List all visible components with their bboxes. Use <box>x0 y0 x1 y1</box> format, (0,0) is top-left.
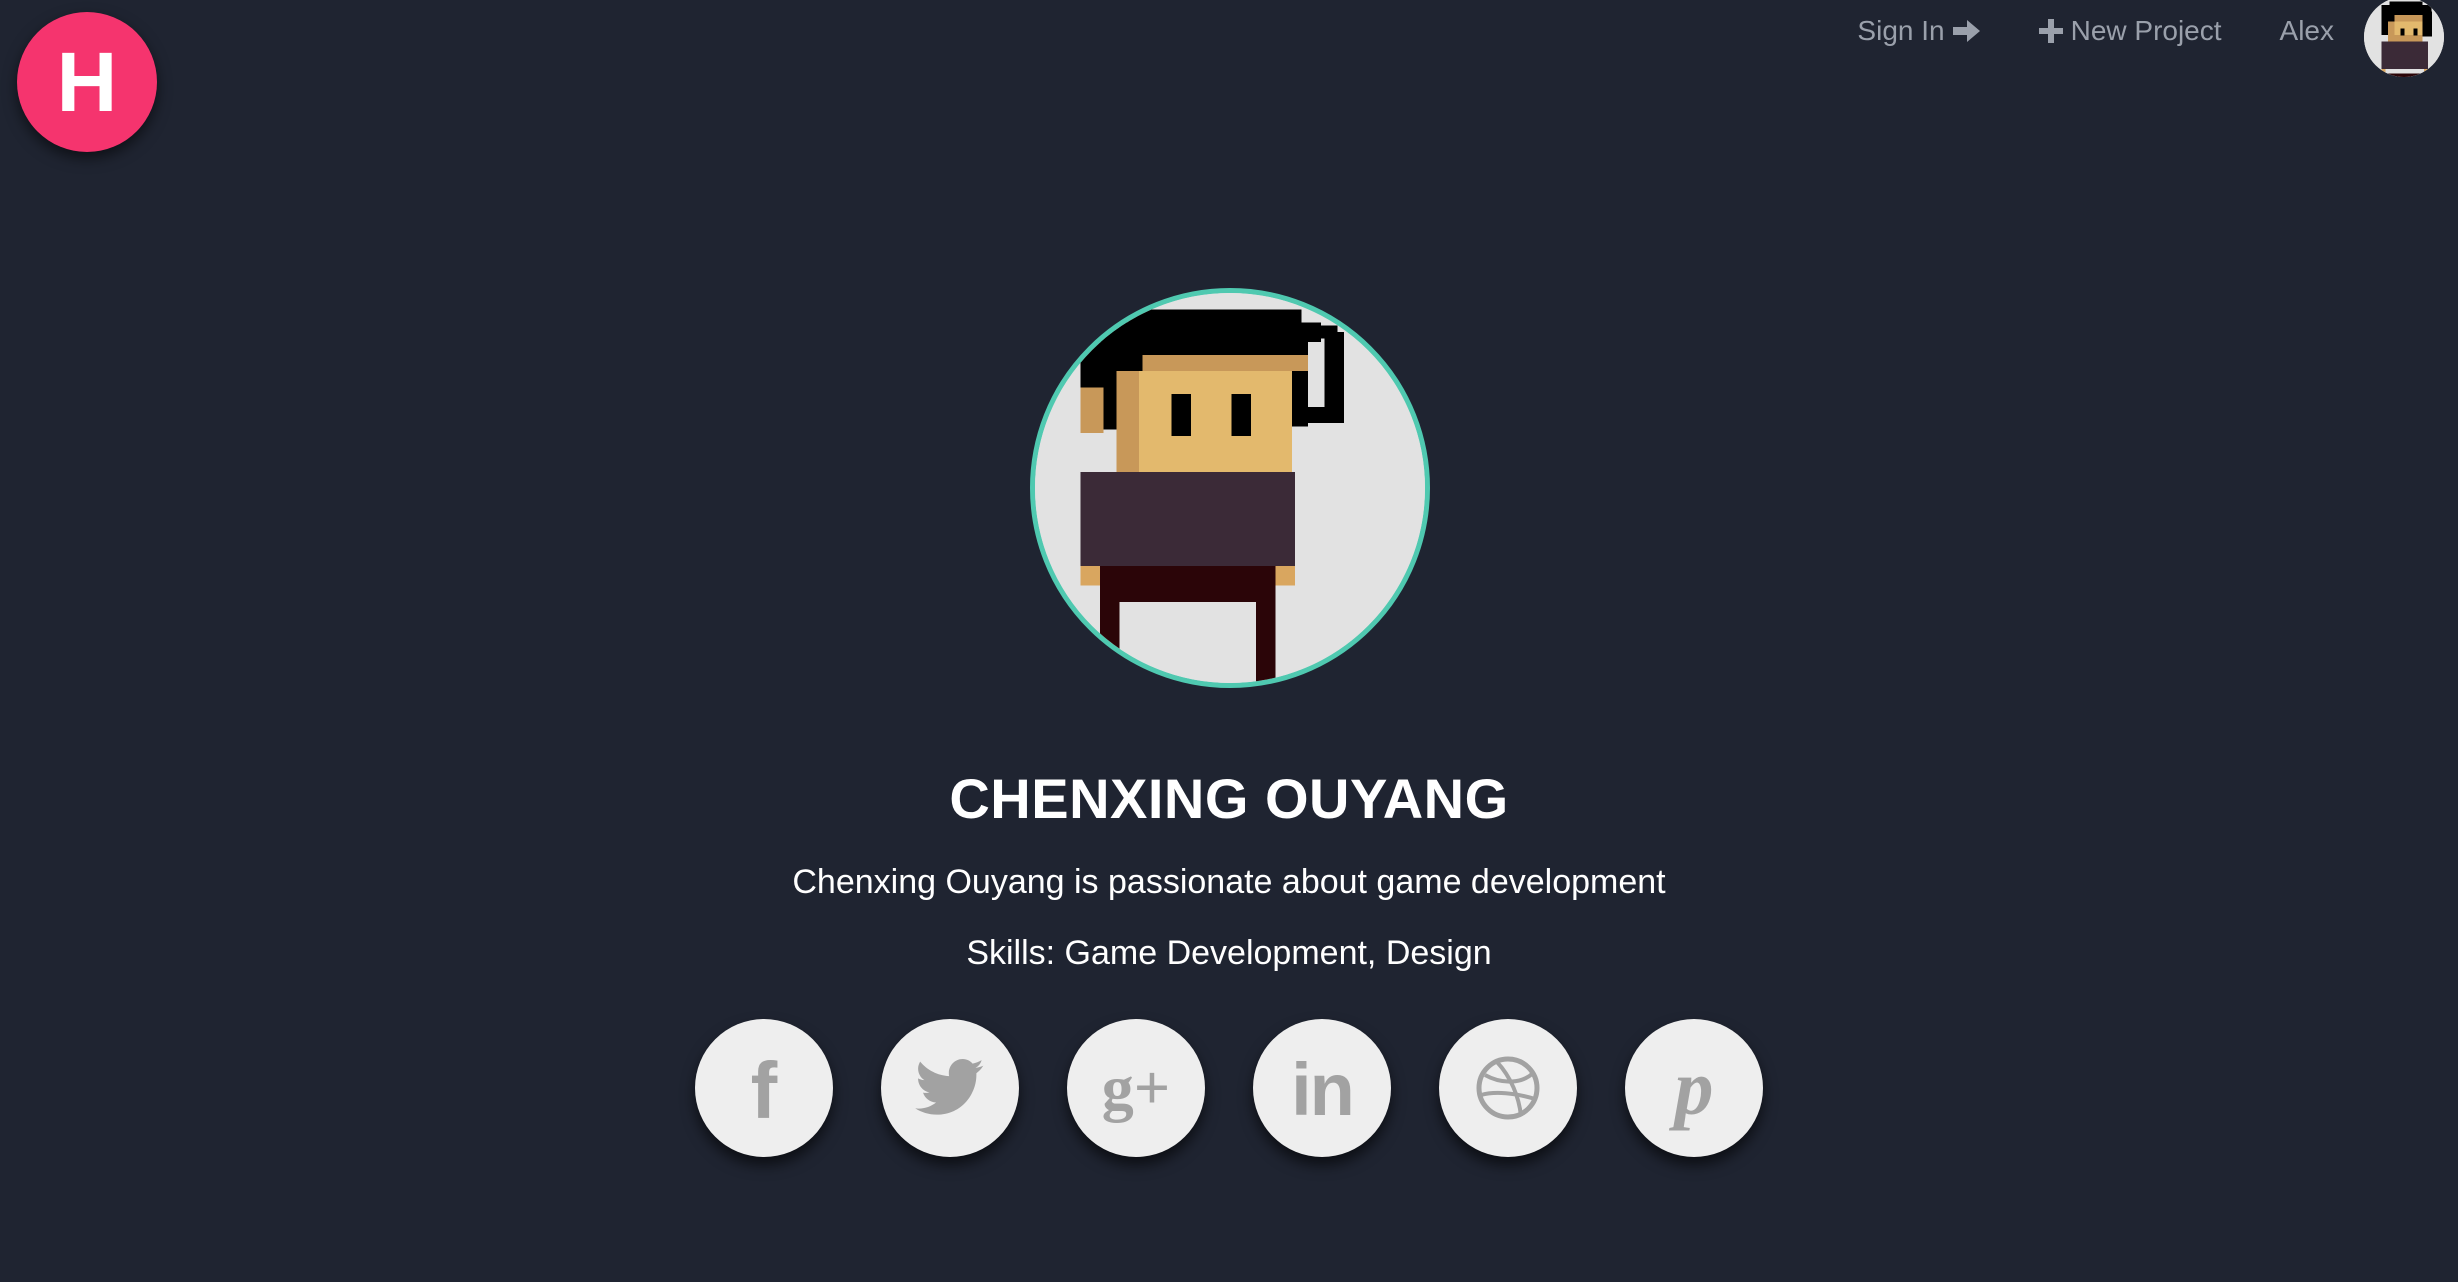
google-plus-button[interactable]: g+ <box>1067 1019 1205 1157</box>
profile-bio: Chenxing Ouyang is passionate about game… <box>792 863 1666 901</box>
pinterest-icon: p <box>1674 1044 1714 1131</box>
twitter-button[interactable] <box>881 1019 1019 1157</box>
user-name: Alex <box>2279 15 2334 46</box>
pinterest-button[interactable]: p <box>1625 1019 1763 1157</box>
google-plus-icon: g+ <box>1101 1052 1171 1123</box>
profile-name: CHENXING OUYANG <box>949 767 1509 830</box>
arrow-right-icon <box>1952 19 1981 43</box>
new-project-link[interactable]: New Project <box>2038 15 2222 47</box>
sign-in-link[interactable]: Sign In <box>1857 15 1980 47</box>
top-nav: Sign In New Project Alex <box>1857 0 2458 77</box>
pixel-avatar-icon <box>2364 0 2444 77</box>
linkedin-icon: in <box>1291 1048 1355 1131</box>
dribbble-icon <box>1475 1055 1541 1121</box>
pixel-avatar-icon <box>1035 293 1425 683</box>
user-name-link[interactable]: Alex <box>2280 15 2334 47</box>
new-project-label: New Project <box>2070 15 2222 46</box>
twitter-icon <box>915 1059 985 1117</box>
profile-skills: Skills: Game Development, Design <box>966 934 1492 972</box>
facebook-icon: f <box>750 1046 778 1135</box>
linkedin-button[interactable]: in <box>1253 1019 1391 1157</box>
user-avatar[interactable] <box>2364 0 2444 77</box>
facebook-button[interactable]: f <box>695 1019 833 1157</box>
plus-icon <box>2038 19 2063 43</box>
logo-button[interactable]: H <box>17 12 157 152</box>
sign-in-label: Sign In <box>1857 15 1945 46</box>
logo-letter: H <box>56 35 118 129</box>
social-links: f g+ in p <box>0 1019 2458 1157</box>
dribbble-button[interactable] <box>1439 1019 1577 1157</box>
profile-avatar <box>1030 288 1430 688</box>
